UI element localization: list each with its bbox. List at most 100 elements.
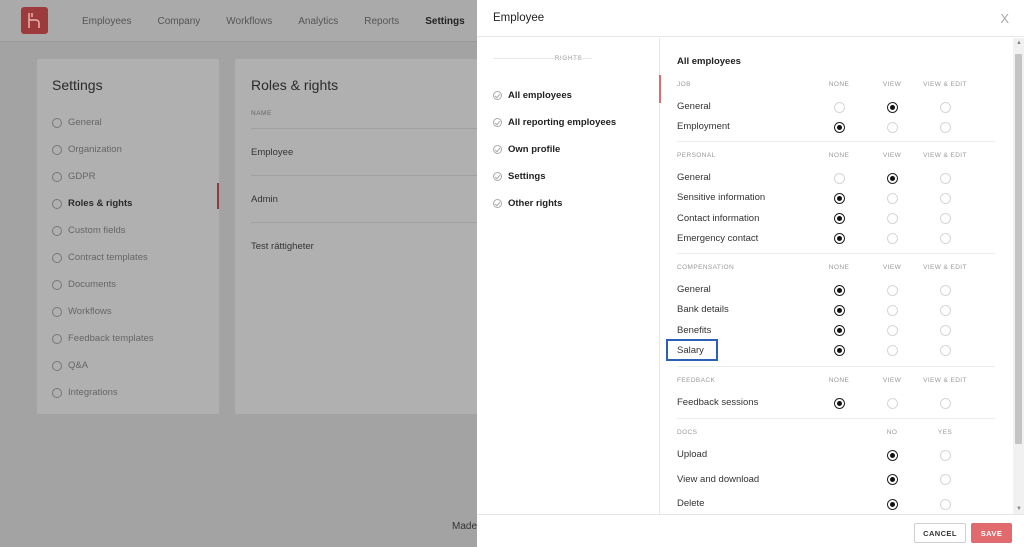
role-row-admin[interactable]: Admin [251, 175, 485, 222]
settings-item-custom-fields[interactable]: Custom fields [52, 217, 154, 244]
radio-salary-none[interactable] [833, 345, 845, 357]
radio-general-view[interactable] [886, 284, 898, 296]
radio-view-and-download-no[interactable] [886, 474, 898, 485]
radio-contact-information-none[interactable] [833, 213, 845, 225]
employee-rights-modal: Employee X RIGHTS All employees All repo… [477, 0, 1024, 547]
radio-delete-no[interactable] [886, 498, 898, 510]
rights-item-settings[interactable]: Settings [493, 163, 616, 190]
settings-item-integrations[interactable]: Integrations [52, 379, 154, 406]
radio-general-view[interactable] [886, 172, 898, 184]
permissions-panel: All employees JOB NONE VIEW VIEW & EDIT Gene… [661, 38, 1012, 514]
check-circle-icon [493, 172, 502, 181]
rights-item-all-employees[interactable]: All employees [493, 82, 616, 109]
radio-feedback-sessions-view-edit[interactable] [939, 397, 951, 409]
nav-reports[interactable]: Reports [364, 16, 399, 27]
save-button[interactable]: SAVE [971, 523, 1012, 543]
permission-label-upload: Upload [677, 449, 708, 460]
radio-salary-view[interactable] [886, 345, 898, 357]
section-label-docs: DOCS [677, 429, 698, 436]
radio-emergency-contact-view[interactable] [886, 233, 898, 245]
close-icon[interactable]: X [1000, 11, 1009, 26]
radio-view-and-download-yes[interactable] [939, 474, 951, 485]
radio-general-view-edit[interactable] [939, 172, 951, 184]
cancel-button[interactable]: CANCEL [914, 523, 966, 543]
check-circle-icon [493, 118, 502, 127]
permission-label-employment: Employment [677, 121, 730, 133]
settings-item-workflows[interactable]: Workflows [52, 298, 154, 325]
permission-label-delete: Delete [677, 498, 705, 509]
rights-list: All employees All reporting employees Ow… [493, 82, 616, 217]
permission-label-feedback-sessions: Feedback sessions [677, 397, 759, 408]
settings-item-roles-rights[interactable]: Roles & rights [52, 190, 154, 217]
rights-label: RIGHTS [477, 55, 660, 62]
settings-menu: General Organization GDPR Roles & rights… [52, 109, 154, 406]
scroll-down-icon[interactable]: ▼ [1016, 506, 1022, 512]
roles-panel: Roles & rights NAME Employee Admin Test … [235, 59, 485, 414]
radio-delete-yes[interactable] [939, 498, 951, 510]
nav-analytics[interactable]: Analytics [298, 16, 338, 27]
section-label-feedback: FEEDBACK [677, 377, 716, 384]
radio-feedback-sessions-view[interactable] [886, 397, 898, 409]
radio-contact-information-view[interactable] [886, 213, 898, 225]
section-divider [677, 253, 995, 254]
permission-label-general: General [677, 284, 711, 295]
radio-benefits-none[interactable] [833, 325, 845, 337]
settings-item-contract-templates[interactable]: Contract templates [52, 244, 154, 271]
rights-item-reporting-employees[interactable]: All reporting employees [493, 109, 616, 136]
radio-sensitive-information-none[interactable] [833, 192, 845, 204]
radio-sensitive-information-view-edit[interactable] [939, 192, 951, 204]
radio-benefits-view-edit[interactable] [939, 325, 951, 337]
radio-benefits-view[interactable] [886, 325, 898, 337]
radio-general-view-edit[interactable] [939, 284, 951, 296]
user-icon [52, 198, 62, 209]
radio-general-view[interactable] [886, 101, 898, 113]
radio-employment-view[interactable] [886, 121, 898, 133]
nav-settings[interactable]: Settings [425, 16, 464, 27]
document-icon [52, 279, 62, 290]
permission-label-general: General [677, 172, 711, 183]
scroll-thumb[interactable] [1015, 54, 1022, 444]
settings-item-documents[interactable]: Documents [52, 271, 154, 298]
rights-item-other-rights[interactable]: Other rights [493, 190, 616, 217]
radio-contact-information-view-edit[interactable] [939, 213, 951, 225]
radio-emergency-contact-view-edit[interactable] [939, 233, 951, 245]
settings-item-feedback-templates[interactable]: Feedback templates [52, 325, 154, 352]
radio-bank-details-view-edit[interactable] [939, 304, 951, 316]
column-header-view-edit: VIEW & EDIT [923, 377, 967, 384]
scrollbar[interactable]: ▲ ▼ [1013, 38, 1024, 514]
roles-title: Roles & rights [251, 77, 339, 93]
column-header-view-edit: VIEW & EDIT [923, 152, 967, 159]
radio-feedback-sessions-none[interactable] [833, 397, 845, 409]
radio-emergency-contact-none[interactable] [833, 233, 845, 245]
document-icon [52, 333, 62, 344]
section-label-job: JOB [677, 81, 691, 88]
radio-general-none[interactable] [833, 172, 845, 184]
radio-general-none[interactable] [833, 284, 845, 296]
radio-general-none[interactable] [833, 101, 845, 113]
settings-item-gdpr[interactable]: GDPR [52, 163, 154, 190]
scroll-up-icon[interactable]: ▲ [1016, 40, 1022, 46]
nav-company[interactable]: Company [157, 16, 200, 27]
radio-sensitive-information-view[interactable] [886, 192, 898, 204]
app-logo[interactable] [21, 7, 48, 34]
radio-general-view-edit[interactable] [939, 101, 951, 113]
nav-workflows[interactable]: Workflows [226, 16, 272, 27]
column-header-view: VIEW [882, 264, 902, 271]
radio-bank-details-view[interactable] [886, 304, 898, 316]
radio-employment-view-edit[interactable] [939, 121, 951, 133]
radio-bank-details-none[interactable] [833, 304, 845, 316]
radio-salary-view-edit[interactable] [939, 345, 951, 357]
radio-employment-none[interactable] [833, 121, 845, 133]
radio-upload-no[interactable] [886, 449, 898, 461]
settings-item-general[interactable]: General [52, 109, 154, 136]
permission-label-general: General [677, 101, 711, 112]
role-row-test[interactable]: Test rättigheter [251, 222, 485, 269]
settings-item-qa[interactable]: Q&A [52, 352, 154, 379]
rights-item-own-profile[interactable]: Own profile [493, 136, 616, 163]
settings-item-organization[interactable]: Organization [52, 136, 154, 163]
column-header-view-edit: VIEW & EDIT [923, 264, 967, 271]
permission-label-view-and-download: View and download [677, 473, 760, 485]
nav-employees[interactable]: Employees [82, 16, 131, 27]
role-row-employee[interactable]: Employee [251, 128, 485, 175]
radio-upload-yes[interactable] [939, 449, 951, 461]
